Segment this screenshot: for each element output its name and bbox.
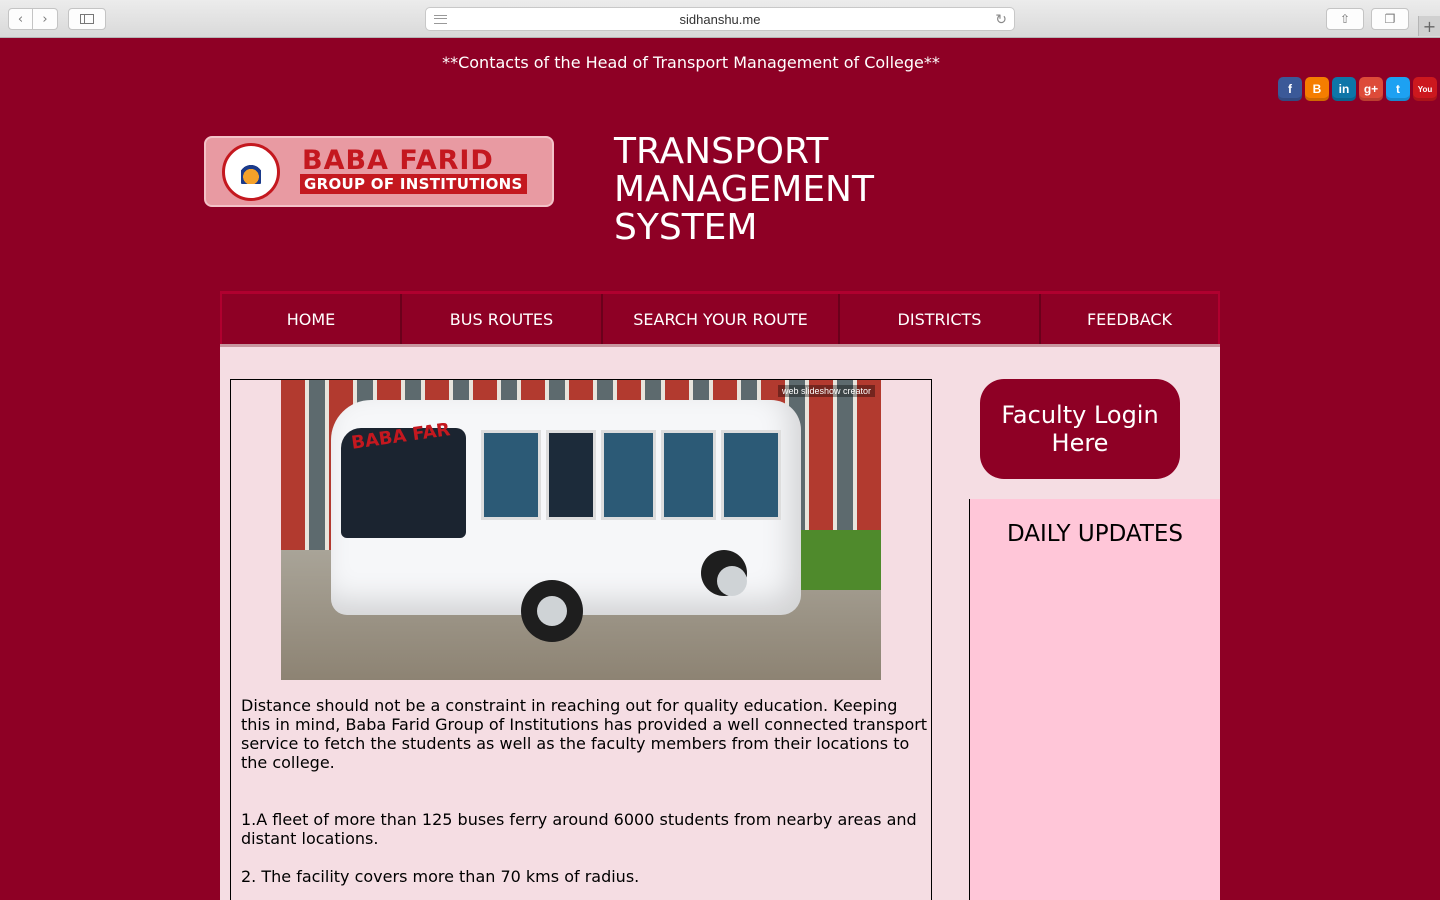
bus-wheel [701, 550, 747, 596]
nav-feedback[interactable]: FEEDBACK [1041, 294, 1218, 344]
share-icon[interactable]: ⇧ [1326, 8, 1364, 30]
youtube-icon[interactable]: You [1413, 77, 1437, 101]
nav-home[interactable]: HOME [222, 294, 402, 344]
chevron-right-icon[interactable]: › [33, 8, 58, 30]
site-title-line: MANAGEMENT [614, 169, 874, 210]
bus-image: BABA FAR [331, 390, 801, 645]
contacts-link[interactable]: **Contacts of the Head of Transport Mana… [0, 53, 1382, 72]
reload-icon[interactable]: ↻ [995, 11, 1007, 28]
intro-paragraph: Distance should not be a constraint in r… [241, 696, 928, 772]
site-title-line: TRANSPORT [614, 131, 829, 172]
daily-updates-panel: DAILY UPDATES [969, 499, 1220, 900]
college-seal-icon [222, 143, 280, 201]
college-logo: BABA FARID GROUP OF INSTITUTIONS [204, 136, 554, 207]
main-nav: HOME BUS ROUTES SEARCH YOUR ROUTE DISTRI… [220, 291, 1220, 344]
blogger-icon[interactable]: B [1305, 77, 1329, 101]
faculty-login-button[interactable]: Faculty Login Here [980, 379, 1180, 479]
logo-subtitle: GROUP OF INSTITUTIONS [300, 174, 527, 194]
social-icons: f B in g+ t You [1278, 77, 1437, 101]
bus-window [721, 430, 781, 520]
address-bar[interactable]: sidhanshu.me ↻ [425, 7, 1015, 31]
facebook-icon[interactable]: f [1278, 77, 1302, 101]
site-title: TRANSPORT MANAGEMENT SYSTEM [614, 133, 934, 247]
bus-slideshow[interactable]: BABA FAR web slideshow creator [281, 380, 881, 680]
daily-updates-title: DAILY UPDATES [1006, 521, 1184, 547]
linkedin-icon[interactable]: in [1332, 77, 1356, 101]
bus-window [661, 430, 716, 520]
fleet-paragraph: 1.A fleet of more than 125 buses ferry a… [241, 810, 917, 848]
chevron-left-icon[interactable]: ‹ [8, 8, 33, 30]
google-plus-icon[interactable]: g+ [1359, 77, 1383, 101]
nav-districts[interactable]: DISTRICTS [840, 294, 1041, 344]
new-tab-icon[interactable]: + [1418, 16, 1440, 36]
coverage-paragraph: 2. The facility covers more than 70 kms … [241, 867, 640, 886]
slideshow-watermark[interactable]: web slideshow creator [777, 385, 875, 397]
history-buttons: ‹ › [8, 8, 58, 30]
nav-bus-routes[interactable]: BUS ROUTES [402, 294, 603, 344]
tabs-overview-icon[interactable]: ❐ [1371, 8, 1409, 30]
logo-name: BABA FARID [302, 145, 494, 176]
bus-window [481, 430, 541, 520]
url-text: sidhanshu.me [679, 11, 761, 27]
reader-icon[interactable] [434, 15, 447, 24]
site-title-line: SYSTEM [614, 207, 758, 248]
bus-window [601, 430, 656, 520]
nav-search-your-route[interactable]: SEARCH YOUR ROUTE [603, 294, 840, 344]
sidebar-toggle-icon[interactable] [68, 8, 106, 30]
browser-toolbar: ‹ › sidhanshu.me ↻ ⇧ ❐ + [0, 0, 1440, 38]
twitter-icon[interactable]: t [1386, 77, 1410, 101]
content-area: BABA FAR web slideshow creator Distance … [220, 344, 1220, 900]
bus-wheel [521, 580, 583, 642]
article-panel: BABA FAR web slideshow creator Distance … [230, 379, 932, 900]
bus-door [546, 430, 596, 520]
